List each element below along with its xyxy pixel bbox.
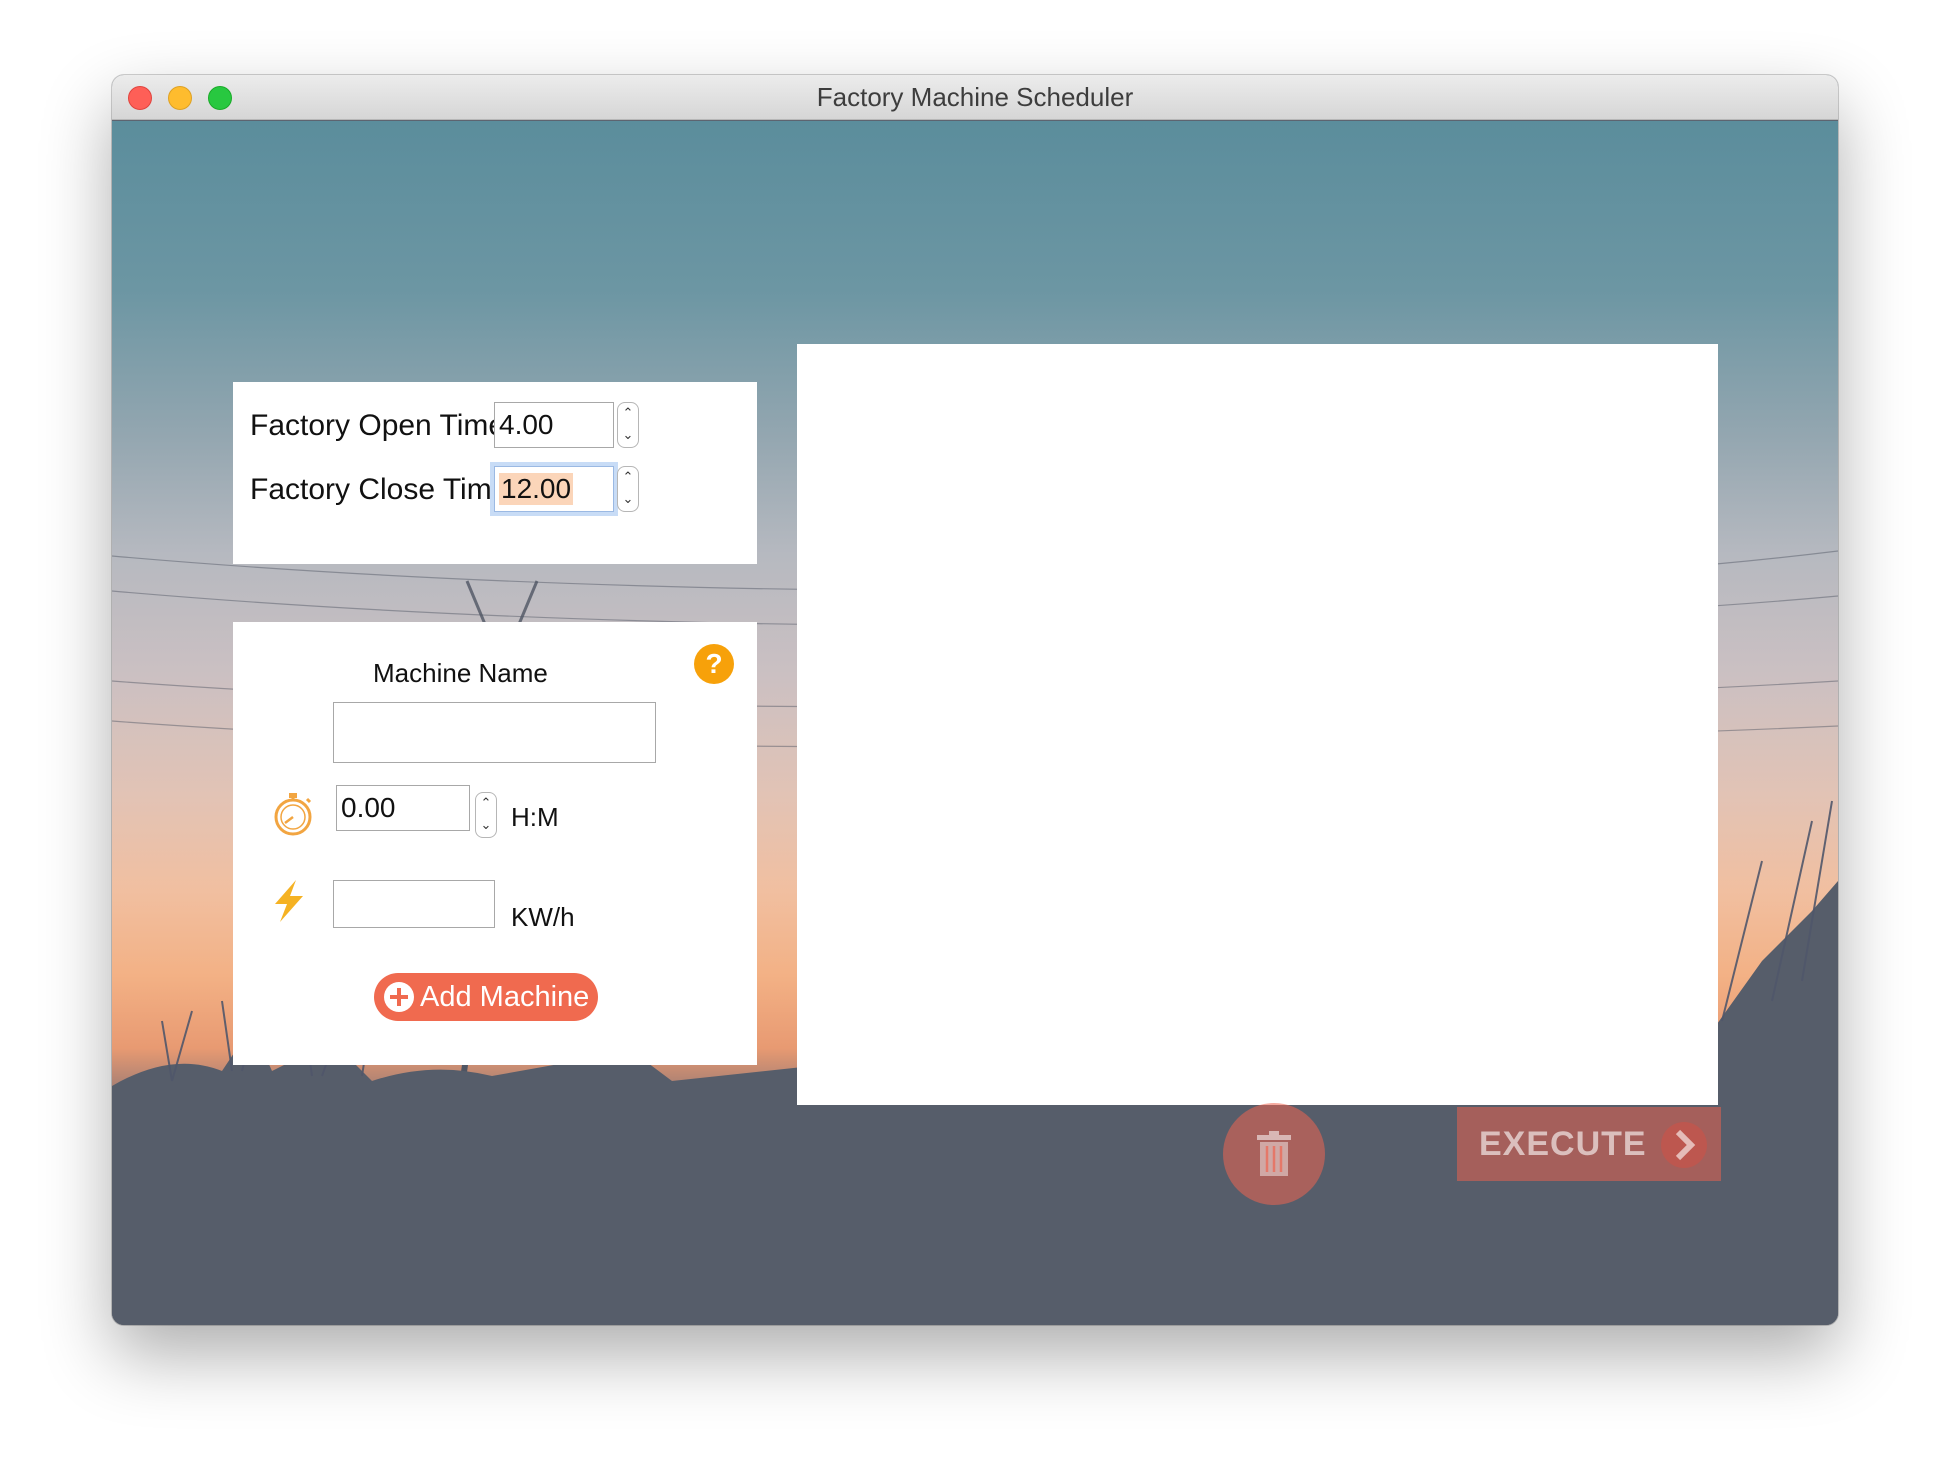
add-machine-button[interactable]: Add Machine — [374, 973, 598, 1021]
duration-unit-label: H:M — [511, 802, 559, 832]
factory-hours-panel: Factory Open Time : 4.00 ⌃ ⌄ Factory Clo… — [233, 382, 757, 564]
title-bar: Factory Machine Scheduler — [112, 75, 1838, 120]
lightning-icon — [275, 880, 303, 922]
delete-button[interactable] — [1223, 1103, 1325, 1205]
stepper-up-icon[interactable]: ⌃ — [623, 406, 634, 422]
duration-stepper[interactable]: ⌃ ⌄ — [475, 792, 497, 838]
plus-circle-icon — [384, 982, 414, 1012]
close-time-value: 12.00 — [499, 473, 574, 505]
close-time-label: Factory Close Time : — [250, 473, 526, 506]
window-title: Factory Machine Scheduler — [816, 82, 1134, 112]
help-icon[interactable]: ? — [694, 644, 734, 684]
open-time-stepper[interactable]: ⌃ ⌄ — [617, 402, 639, 448]
power-unit-label: KW/h — [511, 902, 575, 932]
stepper-up-icon[interactable]: ⌃ — [623, 470, 634, 486]
trash-icon — [1257, 1131, 1291, 1176]
stepper-down-icon[interactable]: ⌄ — [481, 818, 492, 834]
stepper-down-icon[interactable]: ⌄ — [623, 492, 634, 508]
close-time-stepper[interactable]: ⌃ ⌄ — [617, 466, 639, 512]
stopwatch-icon — [274, 793, 312, 836]
add-machine-panel: Machine Name ? 0.00 ⌃ ⌄ H:M KW/h Add Mac… — [233, 622, 757, 1065]
open-time-label: Factory Open Time : — [250, 409, 522, 442]
stepper-down-icon[interactable]: ⌄ — [623, 428, 634, 444]
open-time-value: 4.00 — [499, 409, 554, 440]
machine-name-input[interactable] — [333, 702, 656, 763]
duration-input[interactable]: 0.00 — [336, 785, 470, 831]
stepper-up-icon[interactable]: ⌃ — [481, 796, 492, 812]
open-time-input[interactable]: 4.00 — [494, 402, 614, 448]
machine-name-label: Machine Name — [373, 658, 548, 688]
schedule-output-area — [797, 344, 1718, 1105]
execute-label: EXECUTE — [1479, 1124, 1647, 1163]
main-content: Factory Open Time : 4.00 ⌃ ⌄ Factory Clo… — [112, 121, 1838, 1325]
add-machine-label: Add Machine — [420, 980, 590, 1013]
chevron-right-icon — [1661, 1122, 1707, 1168]
execute-button[interactable]: EXECUTE — [1457, 1107, 1721, 1181]
close-time-input[interactable]: 12.00 — [494, 466, 614, 512]
app-window: Factory Machine Scheduler Factory Open T… — [112, 75, 1838, 1325]
power-input[interactable] — [333, 880, 495, 928]
